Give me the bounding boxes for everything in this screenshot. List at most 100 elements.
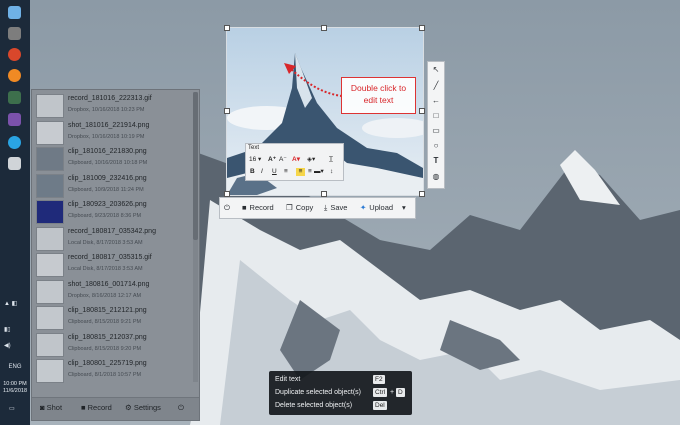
taskbar: ▲ ◧ ▮▯ ◀) ENG 10:00 PM 11/6/2018 ▭: [0, 0, 30, 425]
settings-button[interactable]: ⚙ Settings: [125, 403, 161, 412]
save-button[interactable]: ⤓ Save: [324, 203, 347, 213]
clock[interactable]: 10:00 PM 11/6/2018: [0, 381, 30, 395]
clock-time: 10:00 PM: [3, 381, 27, 387]
scrollbar-thumb[interactable]: [193, 92, 198, 240]
panel-footer: ◙ Shot ■ Record ⚙ Settings ⏻: [32, 397, 199, 420]
notification-icon[interactable]: ▭: [9, 405, 15, 412]
history-list-item[interactable]: record_180817_035342.png Local Disk, 8/17…: [32, 225, 192, 253]
chrome-icon[interactable]: [8, 48, 21, 61]
drawing-tools-bar: ↖ ╱ ← □ ▭ ○ T ◍: [427, 61, 445, 189]
firefox-icon[interactable]: [8, 69, 21, 82]
shortcut-row: Duplicate selected object(s): [275, 389, 361, 396]
record-action-button[interactable]: ■ Record: [242, 203, 274, 212]
italic-icon[interactable]: I: [261, 168, 263, 176]
app-icon[interactable]: [8, 27, 21, 40]
increase-font-icon[interactable]: A⁺: [268, 156, 276, 164]
thumbnail-image: [36, 359, 64, 383]
thumbnail-image: [36, 120, 64, 145]
text-format-toolbar: Text 16 ▾ A⁺ A⁻ A▾ ◈▾ T̲ B I U ≡ ≡ ≡ ▬▾ …: [245, 143, 344, 181]
file-meta: Local Disk, 8/17/2018 3:53 AM: [68, 239, 143, 246]
visual-studio-icon[interactable]: [8, 113, 21, 126]
record-button[interactable]: ■ Record: [81, 403, 112, 412]
history-list-item[interactable]: clip_181016_221830.png Clipboard, 10/16/2…: [32, 145, 192, 173]
network-icon[interactable]: ▮▯: [4, 326, 11, 333]
file-meta: Clipboard, 10/16/2018 10:18 PM: [68, 160, 148, 166]
power-button[interactable]: ⏻: [178, 403, 184, 413]
resize-handle-top-right[interactable]: [419, 25, 425, 31]
file-meta: Dropbox, 10/16/2018 10:23 PM: [68, 107, 145, 113]
resize-handle-top[interactable]: [321, 25, 327, 31]
history-list-item[interactable]: shot_181016_221914.png Dropbox, 10/16/201…: [32, 119, 192, 147]
align-center-icon[interactable]: ≡: [296, 168, 305, 176]
text-style-icon[interactable]: T̲: [329, 156, 333, 164]
history-list-item[interactable]: record_181016_222313.gif Dropbox, 10/16/2…: [32, 92, 192, 120]
skype-icon[interactable]: [8, 136, 21, 149]
text-callout-box[interactable]: Double click to edit text: [341, 77, 416, 114]
bold-icon[interactable]: B: [250, 168, 255, 176]
gear-icon: ⚙: [125, 403, 132, 412]
font-size-select[interactable]: 16 ▾: [249, 156, 261, 164]
blur-icon[interactable]: ◍: [430, 171, 442, 183]
align-right-icon[interactable]: ≡: [308, 168, 312, 176]
download-icon: ⤓: [324, 203, 328, 212]
file-meta: Clipboard, 9/23/2018 8:36 PM: [68, 213, 142, 219]
file-name: record_181016_222313.gif: [68, 95, 152, 102]
history-list-item[interactable]: clip_180923_203626.png Clipboard, 9/23/20…: [32, 198, 192, 226]
app-icon-2[interactable]: [8, 157, 21, 170]
filled-rectangle-icon[interactable]: ▭: [430, 125, 442, 137]
thumbnail-image: [36, 332, 64, 357]
file-name: clip_180815_212121.png: [68, 307, 147, 314]
rectangle-icon[interactable]: □: [430, 110, 442, 122]
shot-button[interactable]: ◙ Shot: [40, 403, 62, 412]
file-name: shot_181016_221914.png: [68, 121, 150, 129]
history-list-item[interactable]: clip_180815_212121.png Clipboard, 8/15/20…: [32, 304, 192, 332]
history-list-item[interactable]: clip_181009_232416.png Clipboard, 10/9/20…: [32, 172, 192, 200]
file-name: clip_180801_225719.png: [68, 360, 147, 367]
shortcut-label: Duplicate selected object(s): [275, 389, 361, 396]
shortcut-key: Ctrl: [373, 388, 388, 397]
thumbnail-image: [36, 94, 64, 118]
windows-icon[interactable]: [8, 6, 21, 19]
thumbnail-image: [36, 306, 64, 330]
terminal-icon[interactable]: [8, 91, 21, 104]
line-color-icon[interactable]: ▬▾: [314, 168, 324, 176]
resize-handle-left[interactable]: [224, 108, 230, 114]
history-list-item[interactable]: record_180817_035315.gif Local Disk, 8/17…: [32, 251, 192, 279]
arrow-annotation[interactable]: [282, 60, 344, 102]
volume-icon[interactable]: ◀): [4, 342, 11, 349]
file-name: clip_181009_232416.png: [68, 174, 147, 182]
text-icon[interactable]: T: [430, 155, 442, 167]
pointer-icon[interactable]: ↖: [430, 64, 442, 76]
history-list-item[interactable]: clip_180801_225719.png Clipboard, 8/1/201…: [32, 357, 192, 385]
history-list-item[interactable]: shot_180816_001714.png Dropbox, 8/16/2018…: [32, 278, 192, 306]
settings-button-label: Settings: [133, 403, 161, 412]
resize-handle-bottom-right[interactable]: [419, 191, 425, 197]
thumbnail-image: [36, 147, 64, 171]
fill-color-icon[interactable]: ◈▾: [307, 156, 315, 164]
file-meta: Clipboard, 8/1/2018 10:57 PM: [68, 372, 142, 378]
resize-handle-top-left[interactable]: [224, 25, 230, 31]
line-icon[interactable]: ╱: [430, 80, 442, 92]
ellipse-icon[interactable]: ○: [430, 140, 442, 152]
align-left-icon[interactable]: ≡: [284, 168, 288, 176]
record-button-label: Record: [87, 403, 112, 412]
resize-handle-right[interactable]: [419, 108, 425, 114]
thumbnail-image: [36, 226, 64, 251]
underline-icon[interactable]: U: [272, 168, 277, 176]
history-list-item[interactable]: clip_180815_212037.png Clipboard, 8/15/20…: [32, 331, 192, 359]
upload-options-dropdown[interactable]: ▾: [402, 203, 406, 212]
shortcut-key: Del: [373, 401, 387, 410]
line-spacing-icon[interactable]: ↕: [330, 168, 333, 176]
font-color-icon[interactable]: A▾: [292, 156, 300, 164]
tray-icons[interactable]: ▲ ◧: [4, 300, 17, 307]
language-indicator[interactable]: ENG: [0, 364, 30, 370]
decrease-font-icon[interactable]: A⁻: [279, 156, 287, 164]
copy-button[interactable]: ❐ Copy: [286, 203, 313, 212]
close-capture-button[interactable]: ⏻: [224, 203, 230, 213]
upload-button[interactable]: ✦ Upload: [360, 203, 393, 212]
shortcut-key: D: [396, 388, 405, 397]
shortcut-label: Delete selected object(s): [275, 402, 353, 409]
arrow-icon[interactable]: ←: [430, 95, 442, 107]
shortcut-row: Delete selected object(s): [275, 402, 352, 409]
callout-text[interactable]: Double click to edit text: [342, 82, 415, 106]
